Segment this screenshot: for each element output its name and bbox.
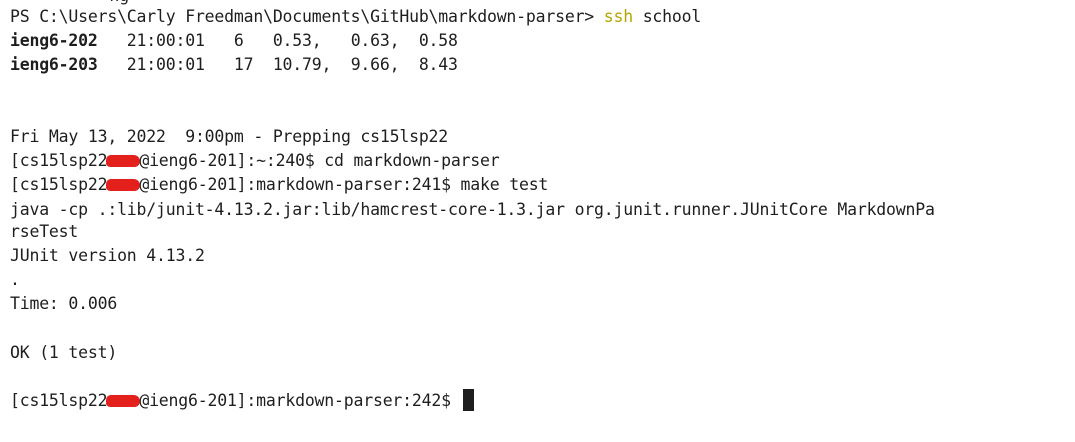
test-time-line: Time: 0.006 — [10, 294, 118, 313]
user-prefix: [cs15lsp22 — [10, 391, 108, 410]
host-stats: 21:00:01 6 0.53, 0.63, 0.58 — [97, 31, 458, 50]
make-command: @ieng6-201]:markdown-parser:241$ make te… — [139, 175, 549, 194]
host-status-row: ieng6-203 21:00:01 17 10.79, 9.66, 8.43 — [10, 53, 458, 77]
user-prefix: [cs15lsp22 — [10, 175, 108, 194]
ps-prompt: PS C:\Users\Carly Freedman\Documents\Git… — [10, 7, 604, 26]
java-command-line-wrap: rseTest — [10, 222, 79, 241]
redaction-mark — [106, 179, 141, 191]
redaction-mark — [106, 395, 141, 407]
user-prefix: [cs15lsp22 — [10, 151, 108, 170]
cd-command-line: [cs15lsp22 @ieng6-201]:~:240$ cd markdown… — [10, 149, 500, 173]
junit-version-line: JUnit version 4.13.2 — [10, 246, 205, 265]
host-name: ieng6-202 — [10, 31, 98, 50]
final-prompt-line[interactable]: [cs15lsp22 @ieng6-201]:markdown-parser:24… — [10, 389, 474, 413]
make-command-line: [cs15lsp22 @ieng6-201]:markdown-parser:24… — [10, 173, 548, 197]
java-command-line: java -cp .:lib/junit-4.13.2.jar:lib/hamc… — [10, 200, 935, 219]
host-name: ieng6-203 — [10, 55, 98, 74]
terminal-window[interactable]: ng PS C:\Users\Carly Freedman\Documents\… — [0, 0, 1075, 442]
redaction-mark — [106, 155, 141, 167]
cd-command: @ieng6-201]:~:240$ cd markdown-parser — [139, 151, 500, 170]
motd-line: Fri May 13, 2022 9:00pm - Prepping cs15l… — [10, 127, 449, 146]
test-progress-dot: . — [10, 270, 20, 289]
test-result-line: OK (1 test) — [10, 343, 118, 362]
host-stats: 21:00:01 17 10.79, 9.66, 8.43 — [97, 55, 458, 74]
text-cursor — [462, 389, 474, 411]
ssh-argument: school — [632, 7, 702, 26]
ssh-command: ssh — [603, 7, 633, 26]
final-prompt: @ieng6-201]:markdown-parser:242$ — [139, 391, 461, 410]
host-status-row: ieng6-202 21:00:01 6 0.53, 0.63, 0.58 — [10, 29, 458, 53]
powershell-prompt-line: PS C:\Users\Carly Freedman\Documents\Git… — [10, 5, 701, 29]
